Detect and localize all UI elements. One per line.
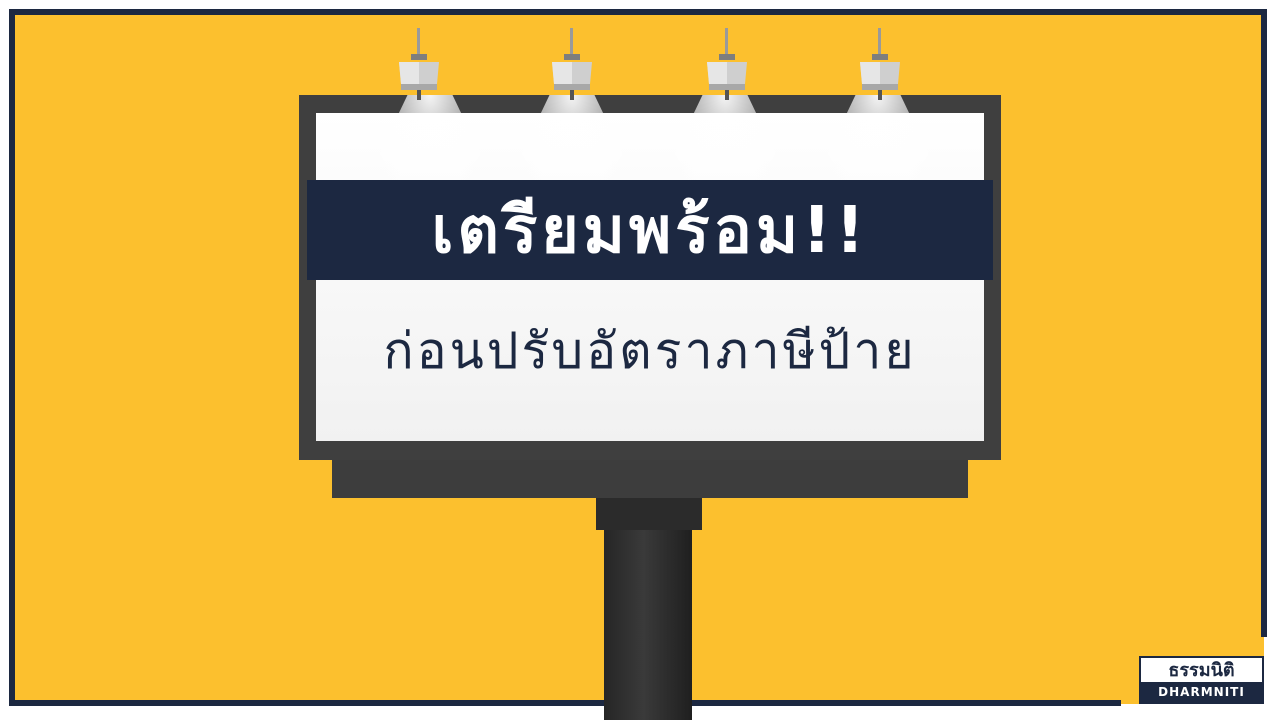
logo-english-text: DHARMNITI [1141, 682, 1262, 702]
spotlight-lamp-icon [552, 28, 592, 100]
subline-text: ก่อนปรับอัตราภาษีป้าย [383, 321, 917, 380]
spotlight-lamp-icon [707, 28, 747, 100]
border-top [14, 9, 1267, 15]
billboard-base [332, 458, 968, 498]
logo-thai-text: ธรรมนิติ [1168, 660, 1235, 681]
border-left [9, 9, 15, 706]
dharmniti-logo: ธรรมนิติ DHARMNITI [1139, 656, 1264, 704]
spotlight-lamp-icon [399, 28, 439, 100]
border-bottom [9, 700, 1121, 706]
billboard-pole [604, 520, 692, 720]
border-right [1261, 9, 1267, 637]
spotlight-lamp-icon [860, 28, 900, 100]
promo-graphic: เตรียมพร้อม!! ก่อนปรับอัตราภาษีป้าย ธรรม… [0, 0, 1280, 720]
headline-banner: เตรียมพร้อม!! [307, 180, 993, 280]
billboard-pole-cap [596, 498, 702, 530]
headline-text: เตรียมพร้อม!! [431, 194, 869, 268]
